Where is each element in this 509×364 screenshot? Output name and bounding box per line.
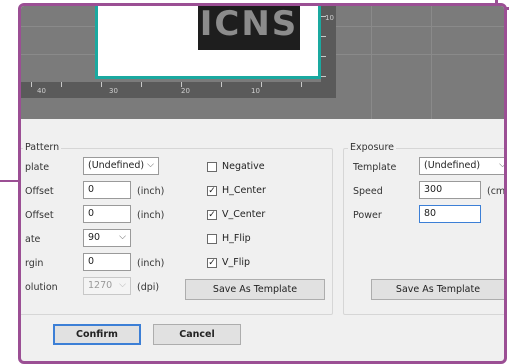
y-offset-label: Offset	[25, 210, 54, 221]
exposure-template-label: Template	[353, 162, 397, 173]
template-select-value: (Undefined)	[88, 160, 145, 171]
dialog-window: ICNS 10 40 30 20 10 Pattern plate (Undef…	[18, 3, 507, 364]
template-label: plate	[25, 162, 50, 173]
h-flip-checkbox[interactable]: H_Flip	[207, 233, 251, 244]
template-select[interactable]: (Undefined) ⌵	[83, 157, 159, 175]
rotate-select-value: 90	[88, 232, 101, 243]
exposure-group-title: Exposure	[348, 142, 396, 153]
speed-input[interactable]: 300	[419, 181, 481, 199]
y-offset-unit: (inch)	[137, 210, 165, 221]
resolution-unit: (dpi)	[137, 282, 160, 293]
ruler-label: 30	[109, 87, 118, 95]
ruler-tick	[261, 82, 262, 87]
resolution-select-value: 1270	[88, 280, 113, 291]
ruler-tick	[141, 82, 142, 87]
margin-label: rgin	[25, 258, 44, 269]
ruler-tick	[61, 82, 62, 87]
checkbox-box	[207, 161, 217, 172]
exposure-template-select-value: (Undefined)	[424, 160, 481, 171]
ruler-label: 40	[37, 87, 46, 95]
checkbox-label: H_Flip	[222, 233, 251, 244]
speed-unit: (cm	[487, 186, 506, 197]
checkbox-label: V_Center	[222, 209, 266, 220]
ruler-label: 10	[325, 14, 334, 22]
checkbox-label: Negative	[222, 161, 265, 172]
print-image-text: ICNS	[199, 6, 299, 44]
power-label: Power	[353, 210, 382, 221]
pattern-save-template-button[interactable]: Save As Template	[185, 279, 325, 300]
checkbox-box	[207, 233, 217, 244]
checkbox-label: H_Center	[222, 185, 266, 196]
checkbox-label: V_Flip	[222, 257, 251, 268]
chevron-down-icon: ⌵	[147, 160, 154, 170]
rotate-select[interactable]: 90 ⌵	[83, 229, 131, 247]
grid-line	[431, 6, 432, 119]
ruler-tick	[321, 56, 326, 57]
horizontal-ruler: 40 30 20 10	[21, 82, 321, 98]
ruler-tick	[321, 76, 326, 77]
confirm-button[interactable]: Confirm	[53, 324, 141, 345]
chevron-down-icon: ⌵	[499, 160, 506, 170]
margin-unit: (inch)	[137, 258, 165, 269]
chevron-down-icon: ⌵	[119, 232, 126, 242]
margin-input[interactable]: 0	[83, 253, 131, 271]
rotate-label: ate	[25, 234, 41, 245]
v-flip-checkbox[interactable]: ✓ V_Flip	[207, 257, 250, 268]
resolution-label: olution	[25, 282, 58, 293]
preview-canvas[interactable]: ICNS 10 40 30 20 10	[21, 6, 504, 119]
vertical-ruler: 10	[321, 6, 336, 98]
ruler-tick	[321, 36, 326, 37]
checkbox-box: ✓	[207, 209, 217, 220]
ruler-tick	[221, 82, 222, 87]
print-image[interactable]: ICNS	[198, 6, 300, 50]
v-center-checkbox[interactable]: ✓ V_Center	[207, 209, 265, 220]
exposure-template-select[interactable]: (Undefined) ⌵	[419, 157, 506, 175]
x-offset-unit: (inch)	[137, 186, 165, 197]
grid-line	[371, 6, 372, 119]
exposure-save-template-button[interactable]: Save As Template	[371, 279, 504, 300]
chevron-down-icon: ⌵	[119, 280, 126, 290]
ruler-tick	[301, 82, 302, 87]
negative-checkbox[interactable]: Negative	[207, 161, 265, 172]
h-center-checkbox[interactable]: ✓ H_Center	[207, 185, 266, 196]
cancel-button[interactable]: Cancel	[153, 324, 241, 345]
ruler-tick	[31, 82, 32, 87]
power-input[interactable]: 80	[419, 205, 481, 223]
x-offset-input[interactable]: 0	[83, 181, 131, 199]
pattern-group-title: Pattern	[23, 142, 62, 153]
resolution-select[interactable]: 1270 ⌵	[83, 277, 131, 295]
speed-label: Speed	[353, 186, 383, 197]
checkbox-box: ✓	[207, 185, 217, 196]
y-offset-input[interactable]: 0	[83, 205, 131, 223]
checkbox-box: ✓	[207, 257, 217, 268]
ruler-label: 20	[181, 87, 190, 95]
ruler-label: 10	[251, 87, 260, 95]
paper-area: ICNS	[95, 6, 321, 79]
ruler-tick	[101, 82, 102, 87]
x-offset-label: Offset	[25, 186, 54, 197]
